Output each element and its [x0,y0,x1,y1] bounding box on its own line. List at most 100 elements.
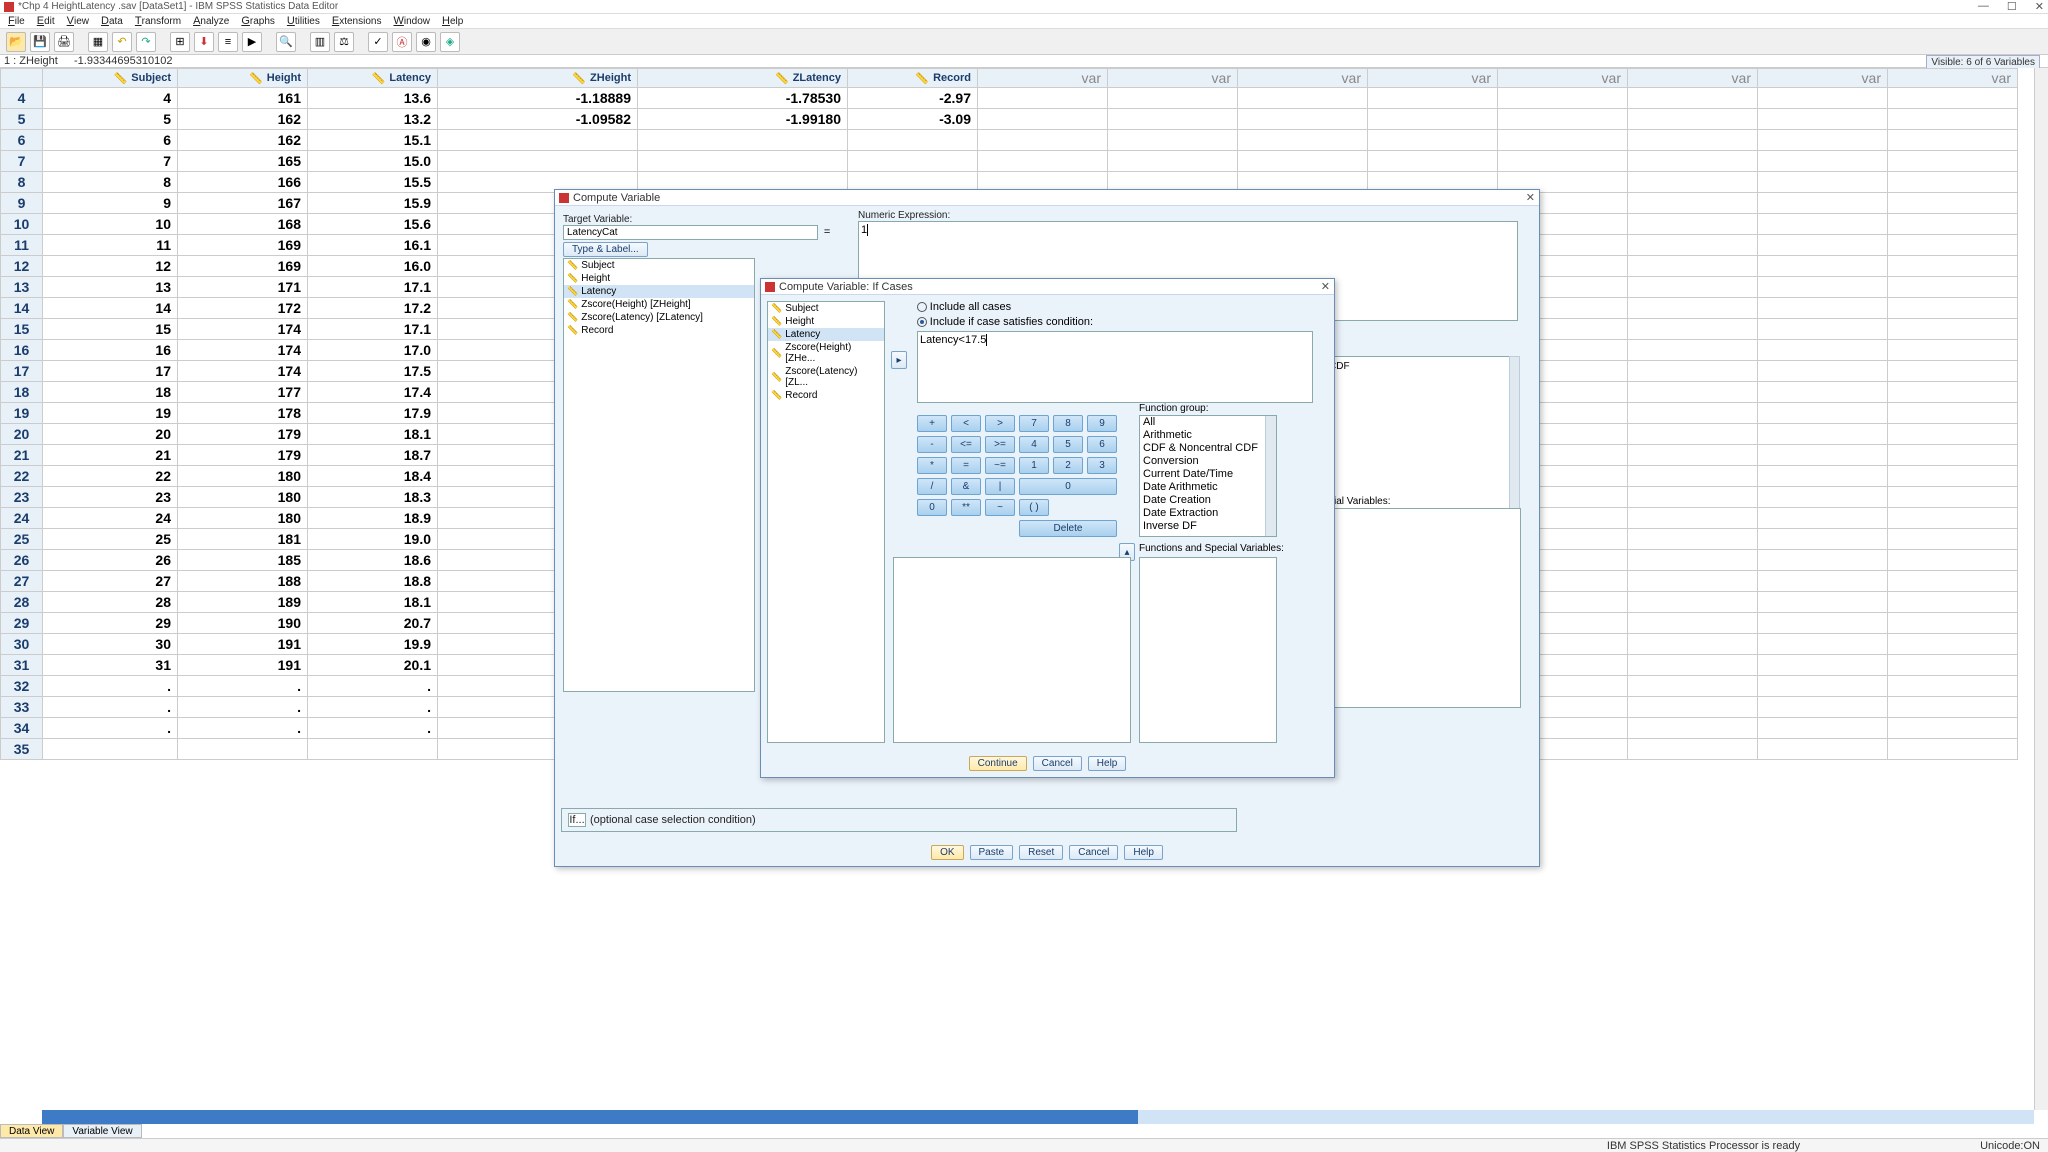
data-cell[interactable]: 16 [43,340,178,361]
data-cell[interactable]: 22 [43,466,178,487]
key-5[interactable]: 5 [1053,436,1083,453]
data-cell-empty[interactable] [1888,634,2018,655]
data-cell-empty[interactable] [1758,256,1888,277]
data-cell[interactable]: 190 [178,613,308,634]
data-cell[interactable]: 28 [43,592,178,613]
row-header[interactable]: 23 [1,487,43,508]
select-icon[interactable]: ✓ [368,32,388,52]
print-icon[interactable]: 🖨 [54,32,74,52]
data-cell[interactable] [178,739,308,760]
undo-icon[interactable]: ↶ [112,32,132,52]
row-header[interactable]: 33 [1,697,43,718]
data-cell-empty[interactable] [1628,151,1758,172]
row-header[interactable]: 22 [1,466,43,487]
data-cell[interactable]: 19.0 [308,529,438,550]
data-cell-empty[interactable] [1888,655,2018,676]
function-group-scroll[interactable] [1265,416,1276,536]
data-cell-empty[interactable] [1758,109,1888,130]
var-item[interactable]: 📏Zscore(Height) [ZHe... [768,341,884,365]
data-cell-empty[interactable] [1238,151,1368,172]
data-cell-empty[interactable] [1108,88,1238,109]
data-cell-empty[interactable] [1888,487,2018,508]
data-cell-empty[interactable] [1888,214,2018,235]
data-cell[interactable]: 174 [178,319,308,340]
key-0[interactable]: 0 [1019,478,1117,495]
data-cell-empty[interactable] [1368,109,1498,130]
data-cell[interactable]: 167 [178,193,308,214]
data-cell-empty[interactable] [1888,466,2018,487]
col-zlatency[interactable]: 📏ZLatency [638,69,848,88]
data-cell[interactable] [638,130,848,151]
var-item[interactable]: 📏Zscore(Latency) [ZL... [768,365,884,389]
help-button[interactable]: Help [1124,845,1163,860]
weight-icon[interactable]: ⚖ [334,32,354,52]
data-cell-empty[interactable] [1498,151,1628,172]
menu-analyze[interactable]: Analyze [193,15,229,27]
row-header[interactable]: 17 [1,361,43,382]
goto-var-icon[interactable]: ⬇ [194,32,214,52]
data-cell[interactable]: 11 [43,235,178,256]
data-cell-empty[interactable] [1888,697,2018,718]
data-cell-empty[interactable] [1758,550,1888,571]
data-cell[interactable]: 18 [43,382,178,403]
col-var-empty[interactable]: var [1108,69,1238,88]
data-cell[interactable]: 18.9 [308,508,438,529]
data-cell[interactable] [848,151,978,172]
data-cell-empty[interactable] [1108,151,1238,172]
data-cell-empty[interactable] [1758,277,1888,298]
key-9[interactable]: 9 [1087,415,1117,432]
row-header[interactable]: 4 [1,88,43,109]
value-labels-icon[interactable]: Ⓐ [392,32,412,52]
row-header[interactable]: 6 [1,130,43,151]
data-cell[interactable]: 16.1 [308,235,438,256]
data-cell[interactable]: 166 [178,172,308,193]
dialog-close-button[interactable]: ✕ [1526,191,1535,204]
data-cell[interactable]: 17 [43,361,178,382]
col-zheight[interactable]: 📏ZHeight [438,69,638,88]
col-var-empty[interactable]: var [1498,69,1628,88]
data-cell-empty[interactable] [1758,634,1888,655]
data-cell-empty[interactable] [1758,445,1888,466]
data-cell-empty[interactable] [978,151,1108,172]
row-header[interactable]: 7 [1,151,43,172]
data-cell-empty[interactable] [1108,109,1238,130]
data-cell-empty[interactable] [1108,130,1238,151]
data-cell-empty[interactable] [1628,256,1758,277]
row-header[interactable]: 20 [1,424,43,445]
row-header[interactable]: 29 [1,613,43,634]
data-cell-empty[interactable] [1628,361,1758,382]
data-cell[interactable]: 5 [43,109,178,130]
data-cell[interactable]: 24 [43,508,178,529]
row-header[interactable]: 25 [1,529,43,550]
data-cell-empty[interactable] [1758,382,1888,403]
data-cell-empty[interactable] [1758,193,1888,214]
data-cell[interactable]: 169 [178,256,308,277]
data-cell[interactable] [43,739,178,760]
data-cell[interactable]: . [43,676,178,697]
data-cell[interactable]: 165 [178,151,308,172]
data-cell-empty[interactable] [1758,424,1888,445]
data-cell-empty[interactable] [978,88,1108,109]
data-cell[interactable]: 177 [178,382,308,403]
data-cell-empty[interactable] [1758,571,1888,592]
row-header[interactable]: 8 [1,172,43,193]
data-cell-empty[interactable] [1758,466,1888,487]
data-cell[interactable]: 19.9 [308,634,438,655]
data-cell-empty[interactable] [1888,592,2018,613]
data-cell-empty[interactable] [1888,193,2018,214]
radio-all-cases[interactable] [917,302,927,312]
split-icon[interactable]: ▥ [310,32,330,52]
col-var-empty[interactable]: var [1888,69,2018,88]
data-cell-empty[interactable] [1238,88,1368,109]
var-item[interactable]: 📏Zscore(Latency) [ZLatency] [564,311,754,324]
data-cell-empty[interactable] [1628,466,1758,487]
data-cell-empty[interactable] [1368,151,1498,172]
radio-if-condition[interactable] [917,317,927,327]
data-cell-empty[interactable] [1498,88,1628,109]
data-cell[interactable]: 189 [178,592,308,613]
data-cell-empty[interactable] [1498,130,1628,151]
dialog-close-button[interactable]: ✕ [1321,280,1330,293]
col-latency[interactable]: 📏Latency [308,69,438,88]
fgroup-item[interactable]: Arithmetic [1140,429,1276,442]
data-cell-empty[interactable] [1628,88,1758,109]
